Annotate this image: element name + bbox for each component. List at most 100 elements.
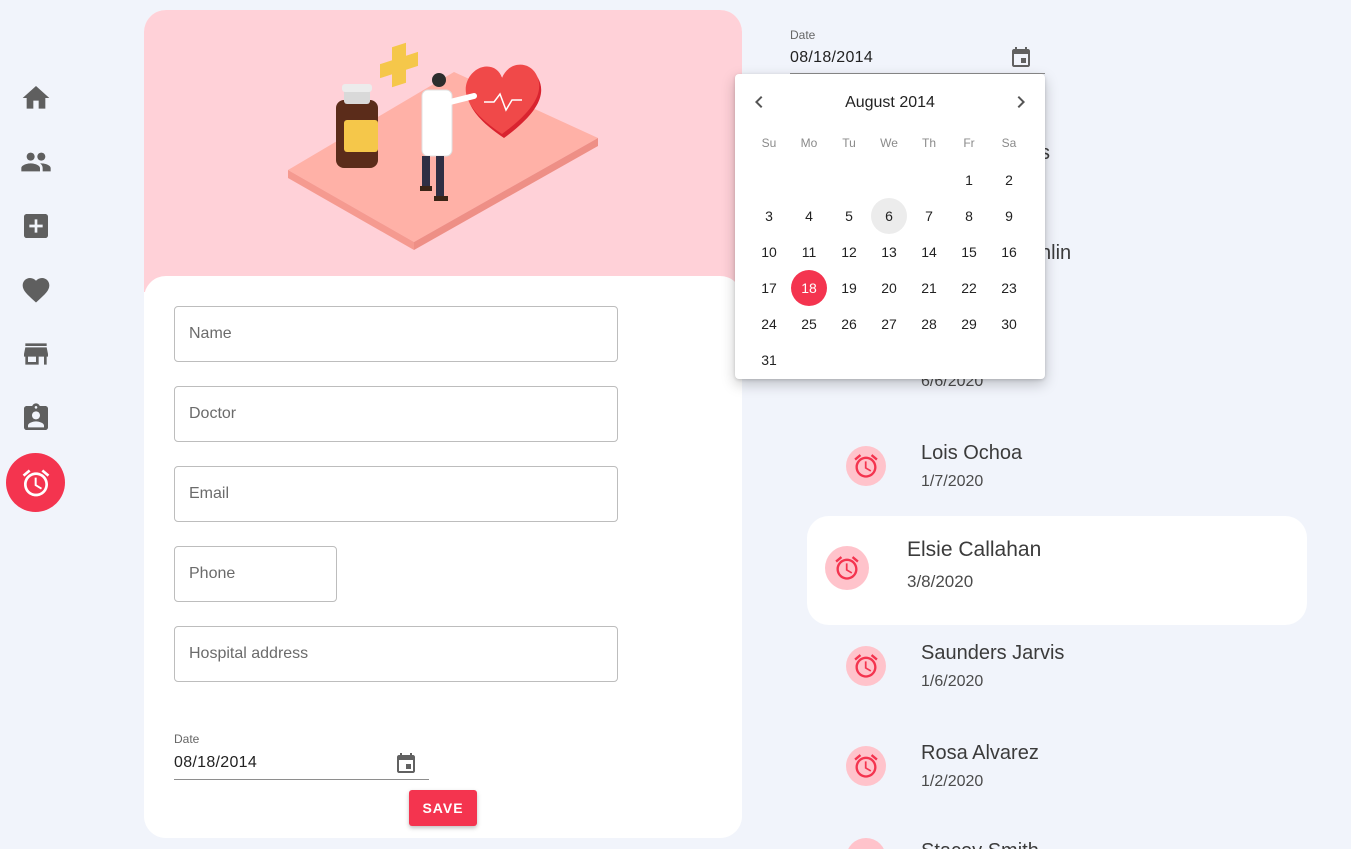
day-cell[interactable]: 31 (751, 342, 787, 378)
day-cell[interactable]: 14 (911, 234, 947, 270)
day-cell[interactable]: 10 (751, 234, 787, 270)
appointment-name: Saunders Jarvis (921, 642, 1065, 664)
hospital-address-input[interactable] (175, 627, 617, 681)
doctor-field[interactable] (174, 386, 618, 442)
day-cell[interactable]: 22 (951, 270, 987, 306)
day-cell[interactable]: 29 (951, 306, 987, 342)
appointment-avatar (825, 546, 869, 590)
nav-appointments[interactable] (6, 453, 65, 512)
calendar-icon (397, 753, 415, 773)
alarm-icon (854, 654, 878, 678)
day-cell[interactable]: 15 (951, 234, 987, 270)
day-cell[interactable]: 4 (791, 198, 827, 234)
day-cell[interactable]: 13 (871, 234, 907, 270)
hospital-address-field[interactable] (174, 626, 618, 682)
save-button[interactable]: SAVE (409, 790, 477, 826)
appointment-date: 3/8/2020 (907, 572, 974, 591)
alarm-icon (835, 556, 859, 580)
name-field[interactable] (174, 306, 618, 362)
day-cell[interactable]: 6 (871, 198, 907, 234)
people-icon (20, 152, 51, 171)
day-cell[interactable]: 2 (991, 162, 1027, 198)
day-cell[interactable]: 7 (911, 198, 947, 234)
form-calendar-button[interactable] (394, 752, 418, 776)
day-cell[interactable]: 8 (951, 198, 987, 234)
home-icon (22, 85, 49, 109)
day-cell[interactable]: 27 (871, 306, 907, 342)
form-date-value[interactable]: 08/18/2014 (174, 754, 257, 772)
day-cell[interactable]: 19 (831, 270, 867, 306)
clipboard-person-icon (23, 402, 48, 430)
appointment-date: 1/2/2020 (921, 773, 984, 790)
doctor-heart-illustration (288, 42, 598, 250)
name-input[interactable] (175, 307, 617, 361)
day-cell[interactable]: 11 (791, 234, 827, 270)
email-input[interactable] (175, 467, 617, 521)
alarm-icon (22, 468, 49, 496)
email-field[interactable] (174, 466, 618, 522)
appointment-name: Stacey Smith (921, 840, 1039, 849)
nav-people[interactable] (6, 132, 65, 191)
weekday-label: Mo (800, 136, 818, 150)
day-cell[interactable]: 12 (831, 234, 867, 270)
phone-field[interactable] (174, 546, 337, 602)
appointment-name: Rosa Alvarez (921, 742, 1039, 764)
appointment-date: 1/7/2020 (921, 473, 984, 490)
nav-home[interactable] (6, 68, 65, 127)
alarm-icon (854, 454, 878, 478)
hero-illustration (144, 10, 742, 292)
day-cell[interactable]: 25 (791, 306, 827, 342)
day-cell[interactable]: 3 (751, 198, 787, 234)
day-cell[interactable]: 21 (911, 270, 947, 306)
weekday-label: Sa (1001, 136, 1017, 150)
weekday-label: Th (921, 136, 936, 150)
month-label: August 2014 (845, 94, 935, 111)
form-date-field[interactable]: Date 08/18/2014 (174, 732, 429, 780)
weekday-label: Tu (842, 136, 856, 150)
medical-plus-icon (23, 213, 48, 238)
doctor-input[interactable] (175, 387, 617, 441)
weekday-label: Su (761, 136, 777, 150)
list-calendar-button[interactable] (1009, 46, 1033, 70)
list-date-field[interactable]: Date 08/18/2014 (790, 28, 1045, 74)
weekday-label: Fr (963, 136, 975, 150)
appointment-name: Lois Ochoa (921, 442, 1023, 464)
appointment-date: 1/6/2020 (921, 673, 984, 690)
appointment-avatar (846, 838, 886, 849)
day-cell[interactable]: 30 (991, 306, 1027, 342)
date-picker-popup: August 2014 Su Mo Tu We Th Fr Sa 1 2 3 4 5 6 7 8 9 10 11… (735, 74, 1045, 379)
day-cell[interactable]: 18 (791, 270, 827, 306)
nav-assignment[interactable] (6, 388, 65, 447)
list-date-value[interactable]: 08/18/2014 (790, 49, 873, 67)
calendar-icon (1012, 47, 1030, 67)
form-body: Date 08/18/2014 SAVE (144, 276, 742, 838)
weekday-label: We (880, 136, 898, 150)
day-cell[interactable]: 20 (871, 270, 907, 306)
appointment-avatar (846, 646, 886, 686)
appointment-form-card: Date 08/18/2014 SAVE (144, 10, 742, 838)
nav-store[interactable] (6, 324, 65, 383)
alarm-icon (854, 754, 878, 778)
store-icon (23, 342, 48, 365)
phone-input[interactable] (175, 547, 336, 601)
day-cell[interactable]: 9 (991, 198, 1027, 234)
nav-medical[interactable] (6, 196, 65, 255)
day-cell[interactable]: 23 (991, 270, 1027, 306)
chevron-right-icon (1017, 96, 1025, 108)
day-cell[interactable]: 1 (951, 162, 987, 198)
day-cell[interactable]: 26 (831, 306, 867, 342)
next-month-button[interactable] (1009, 90, 1033, 114)
nav-health[interactable] (6, 260, 65, 319)
appointment-avatar (846, 746, 886, 786)
appointment-avatar (846, 446, 886, 486)
day-cell[interactable]: 24 (751, 306, 787, 342)
heart-icon (22, 277, 49, 302)
appointment-name: Elsie Callahan (907, 538, 1042, 561)
day-cell[interactable]: 28 (911, 306, 947, 342)
day-cell[interactable]: 5 (831, 198, 867, 234)
day-cell[interactable]: 16 (991, 234, 1027, 270)
list-date-label: Date (790, 28, 816, 42)
form-date-label: Date (174, 732, 200, 746)
day-cell[interactable]: 17 (751, 270, 787, 306)
appointment-item-selected[interactable]: Elsie Callahan 3/8/2020 (807, 516, 1307, 625)
